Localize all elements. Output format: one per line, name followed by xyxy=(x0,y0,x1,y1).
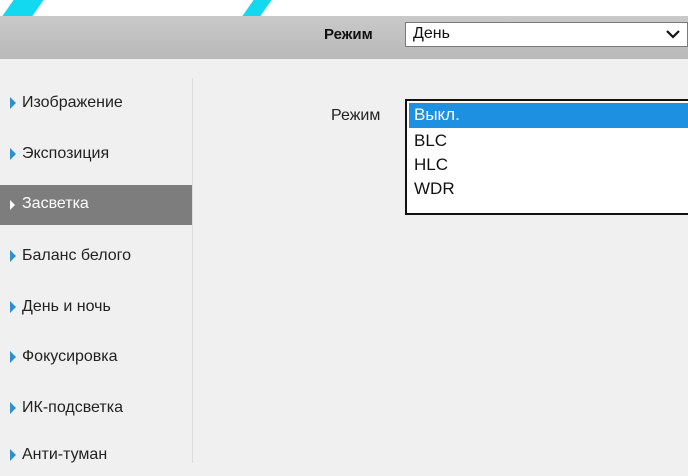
caret-right-icon xyxy=(10,402,16,414)
backlight-mode-label: Режим xyxy=(331,107,381,124)
chevron-down-icon xyxy=(666,30,680,39)
sidebar-item-day-night[interactable]: День и ночь xyxy=(0,288,193,328)
sidebar-item-label: Баланс белого xyxy=(22,247,132,264)
caret-right-icon xyxy=(10,148,16,160)
top-bar: Режим День xyxy=(0,0,688,59)
caret-right-icon xyxy=(10,200,15,210)
sidebar-item-image[interactable]: Изображение xyxy=(0,84,193,124)
sidebar-item-ir-light[interactable]: ИК-подсветка xyxy=(0,389,193,429)
sidebar-item-focus[interactable]: Фокусировка xyxy=(0,338,193,378)
sidebar-item-label: ИК-подсветка xyxy=(22,399,123,416)
sidebar-item-label: Экспозиция xyxy=(22,145,110,162)
option-label: HLC xyxy=(414,155,449,174)
option-off[interactable]: Выкл. xyxy=(409,103,688,128)
decoration-stripe xyxy=(242,0,272,16)
option-wdr[interactable]: WDR xyxy=(409,177,688,202)
caret-right-icon xyxy=(10,351,16,363)
sidebar-divider xyxy=(192,78,193,463)
sidebar-item-exposure[interactable]: Экспозиция xyxy=(0,135,193,175)
caret-right-icon xyxy=(10,301,16,313)
day-night-mode-value: День xyxy=(413,25,450,42)
caret-right-icon xyxy=(10,250,16,262)
option-blc[interactable]: BLC xyxy=(409,129,688,154)
sidebar-item-label: Фокусировка xyxy=(22,348,118,365)
option-label: Выкл. xyxy=(414,105,460,124)
sidebar-item-backlight[interactable]: Засветка xyxy=(0,185,193,225)
caret-right-icon xyxy=(10,97,16,109)
sidebar-item-label: Анти-туман xyxy=(22,446,108,463)
backlight-mode-dropdown-list[interactable]: Выкл. BLC HLC WDR xyxy=(405,99,688,215)
sidebar-item-label: День и ночь xyxy=(22,298,111,315)
sidebar: Изображение Экспозиция Засветка Баланс б… xyxy=(0,78,193,463)
option-hlc[interactable]: HLC xyxy=(409,153,688,178)
sidebar-item-label: Засветка xyxy=(22,195,89,212)
header-mode-label: Режим xyxy=(324,26,373,43)
sidebar-item-label: Изображение xyxy=(22,94,123,111)
decoration-stripe xyxy=(2,0,44,16)
sidebar-item-defog[interactable]: Анти-туман xyxy=(0,436,193,476)
sidebar-item-white-balance[interactable]: Баланс белого xyxy=(0,237,193,277)
option-label: BLC xyxy=(414,131,448,150)
day-night-mode-select[interactable]: День xyxy=(405,22,688,47)
caret-right-icon xyxy=(10,449,16,461)
option-label: WDR xyxy=(414,179,455,198)
